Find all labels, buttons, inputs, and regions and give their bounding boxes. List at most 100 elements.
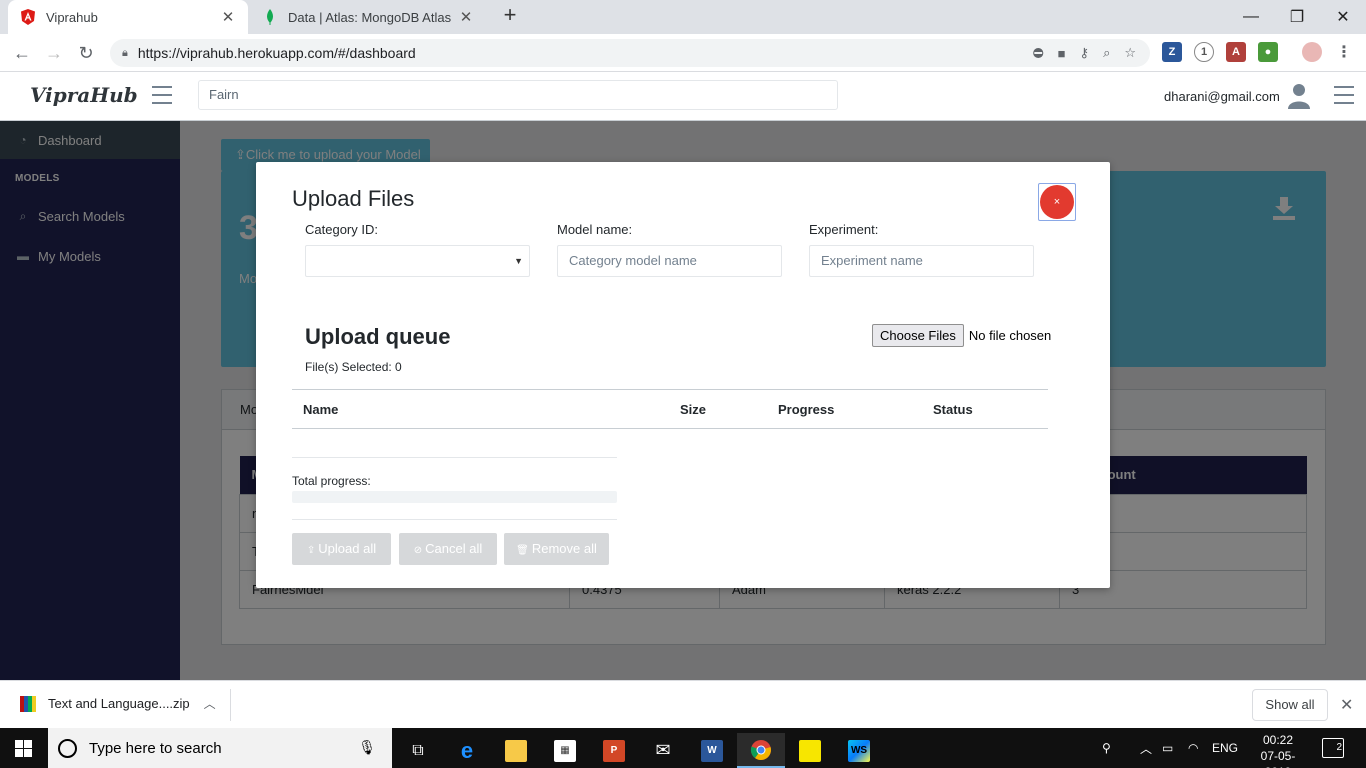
upload-files-modal: Upload Files × Category ID: ▼ Model name… [256, 162, 1110, 588]
category-id-select[interactable]: ▼ [305, 245, 530, 277]
battery-icon[interactable]: ▭ [1162, 728, 1173, 768]
download-file-name: Text and Language....zip [48, 696, 190, 711]
blocked-icon[interactable]: ⛔︎ [1033, 45, 1044, 61]
upload-icon: ⇪ [306, 545, 316, 556]
column-header-progress: Progress [767, 389, 922, 429]
close-window-button[interactable]: ✕ [1320, 0, 1366, 34]
cancel-all-label: Cancel all [425, 541, 483, 556]
column-header-status: Status [922, 389, 1048, 429]
app-header: VipraHub Fairn dharani@gmail.com [0, 72, 1366, 121]
divider [292, 519, 617, 520]
ban-icon: ⊘ [413, 545, 423, 556]
total-progress-label: Total progress: [292, 474, 371, 488]
model-name-input[interactable]: Category model name [557, 245, 782, 277]
close-icon: × [1040, 185, 1074, 219]
search-input[interactable]: Fairn [198, 80, 838, 110]
back-button[interactable]: ← [10, 41, 34, 65]
windows-start-icon[interactable] [15, 740, 32, 757]
choose-files-button[interactable]: Choose Files [872, 324, 964, 347]
remove-all-label: Remove all [531, 541, 597, 556]
action-center-icon[interactable]: 2 [1322, 738, 1344, 758]
chevron-up-icon[interactable]: ︿ [204, 695, 216, 712]
close-tab-icon[interactable]: ✕ [458, 8, 474, 26]
downloads-bar: Text and Language....zip ︿ Show all ✕ [0, 680, 1366, 728]
green-extension-icon[interactable]: ● [1258, 42, 1278, 62]
camera-icon[interactable]: ■ [1058, 46, 1066, 61]
column-header-name: Name [292, 389, 669, 429]
new-tab-button[interactable]: + [498, 4, 522, 28]
system-clock[interactable]: 00:22 07-05-2019 [1250, 732, 1306, 768]
category-id-label: Category ID: [305, 222, 378, 237]
pdf-extension-icon[interactable]: A [1226, 42, 1246, 62]
taskbar-search-placeholder: Type here to search [89, 739, 222, 757]
restore-button[interactable]: ❐ [1274, 0, 1320, 34]
microphone-icon[interactable]: 🎙︎ [358, 739, 376, 756]
experiment-input[interactable]: Experiment name [809, 245, 1034, 277]
browser-tab-bar: Viprahub ✕ Data | Atlas: MongoDB Atlas ✕… [0, 0, 1366, 34]
sticky-notes-icon[interactable] [786, 733, 834, 768]
model-name-label: Model name: [557, 222, 633, 237]
taskbar-search-box[interactable]: Type here to search 🎙︎ [48, 728, 392, 768]
lock-icon: 🔒︎ [122, 46, 128, 59]
chrome-icon[interactable] [737, 733, 785, 768]
reload-button[interactable]: ↻ [74, 41, 98, 65]
store-icon[interactable]: ▦ [541, 733, 589, 768]
no-file-chosen-text: No file chosen [968, 328, 1052, 343]
word-icon[interactable]: W [688, 733, 736, 768]
url-omnibox[interactable]: 🔒︎ https://viprahub.herokuapp.com/#/dash… [110, 39, 1150, 67]
tab-title: Data | Atlas: MongoDB Atlas [288, 9, 452, 25]
aside-menu-icon[interactable] [1334, 86, 1354, 104]
experiment-label: Experiment: [809, 222, 879, 237]
windows-taskbar: Type here to search 🎙︎ ⧉ e ▦ P ✉ W WS ⚲ … [0, 728, 1366, 768]
winrar-archive-icon [20, 695, 36, 712]
user-email: dharani@gmail.com [1164, 89, 1280, 104]
files-selected-count: File(s) Selected: 0 [305, 360, 402, 374]
upload-all-button[interactable]: ⇪ Upload all [292, 533, 391, 565]
total-progress-bar [292, 491, 617, 503]
zotero-extension-icon[interactable]: Z [1162, 42, 1182, 62]
upload-queue-table: Name Size Progress Status [292, 389, 1048, 429]
file-picker: Choose Files No file chosen [872, 324, 1051, 347]
brand-logo[interactable]: VipraHub [30, 83, 138, 107]
clock-date: 07-05-2019 [1260, 749, 1296, 768]
edge-icon[interactable]: e [443, 733, 491, 768]
trash-icon: 🗑︎ [516, 545, 529, 556]
address-bar: ← → ↻ 🔒︎ https://viprahub.herokuapp.com/… [0, 34, 1366, 72]
language-indicator[interactable]: ENG [1212, 728, 1238, 768]
divider [230, 689, 231, 721]
people-icon[interactable]: ⚲ [1102, 728, 1111, 768]
cancel-all-button[interactable]: ⊘ Cancel all [399, 533, 497, 565]
download-item[interactable]: Text and Language....zip ︿ [20, 695, 216, 712]
wifi-icon[interactable]: ◠ [1188, 728, 1198, 768]
minimize-button[interactable]: — [1228, 0, 1274, 34]
mail-icon[interactable]: ✉ [639, 733, 687, 768]
browser-tab-mongodb[interactable]: Data | Atlas: MongoDB Atlas ✕ [250, 0, 486, 34]
file-explorer-icon[interactable] [492, 733, 540, 768]
close-tab-icon[interactable]: ✕ [220, 8, 236, 26]
user-avatar-icon[interactable] [1288, 83, 1310, 109]
bookmark-star-icon[interactable]: ☆ [1124, 45, 1136, 61]
browser-menu-icon[interactable]: ⋮ [1334, 42, 1354, 62]
task-view-icon[interactable]: ⧉ [394, 733, 442, 768]
column-header-size: Size [669, 389, 767, 429]
divider [292, 457, 617, 458]
forward-button[interactable]: → [42, 41, 66, 65]
close-modal-button[interactable]: × [1038, 183, 1076, 221]
extension-badge-icon[interactable]: 1 [1194, 42, 1214, 62]
mongodb-leaf-icon [262, 9, 278, 25]
zoom-icon[interactable]: ⌕ [1103, 45, 1110, 61]
angular-icon [20, 9, 36, 25]
modal-title: Upload Files [292, 186, 415, 211]
upload-queue-title: Upload queue [305, 324, 451, 349]
sidebar-toggle-icon[interactable] [152, 86, 172, 104]
remove-all-button[interactable]: 🗑︎ Remove all [504, 533, 609, 565]
show-hidden-icons-chevron[interactable]: ︿ [1140, 728, 1152, 768]
powerpoint-icon[interactable]: P [590, 733, 638, 768]
show-all-button[interactable]: Show all [1252, 689, 1328, 721]
profile-avatar-icon[interactable] [1302, 42, 1322, 62]
webstorm-icon[interactable]: WS [835, 733, 883, 768]
browser-tab-viprahub[interactable]: Viprahub ✕ [8, 0, 248, 34]
close-downloads-icon[interactable]: ✕ [1340, 695, 1353, 715]
key-icon[interactable]: ⚷ [1080, 45, 1090, 61]
cortana-icon [58, 738, 77, 758]
